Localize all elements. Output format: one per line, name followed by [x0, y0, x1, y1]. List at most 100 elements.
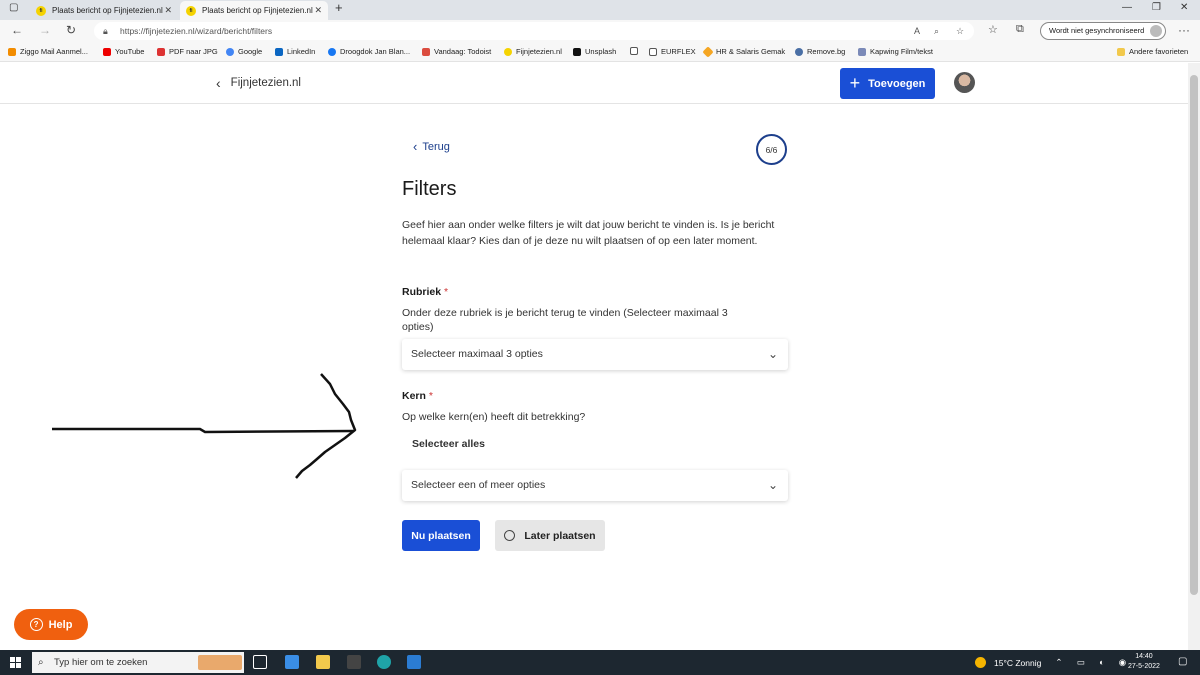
user-avatar[interactable] [954, 72, 975, 93]
chevron-left-icon: ‹ [413, 139, 418, 154]
rubriek-select[interactable]: Selecteer maximaal 3 opties ⌄ [402, 339, 788, 370]
collections-icon[interactable]: ⧉ [1016, 23, 1024, 36]
taskbar-search-placeholder: Typ hier om te zoeken [54, 657, 148, 668]
site-header: ‹ Fijnjetezien.nl + Toevoegen [0, 63, 1188, 104]
bookmark-item[interactable]: HR & Salaris Gemak [702, 45, 785, 58]
bookmark-item[interactable]: Unsplash [573, 47, 616, 56]
favorite-star-icon[interactable]: ☆ [956, 22, 964, 40]
bookmark-item[interactable] [630, 47, 642, 55]
windows-start-icon[interactable] [10, 657, 21, 668]
bookmark-item[interactable]: Remove.bg [795, 47, 845, 56]
browser-tab-active[interactable]: fi Plaats bericht op Fijnjetezien.nl ✕ [180, 1, 328, 20]
task-view-icon[interactable] [253, 655, 267, 669]
search-icon: ⌕ [38, 657, 44, 668]
close-tab-icon[interactable]: ✕ [314, 5, 322, 16]
bookmark-item[interactable]: LinkedIn [275, 47, 315, 56]
chevron-down-icon: ⌄ [767, 347, 778, 361]
rubriek-select-placeholder: Selecteer maximaal 3 opties [411, 348, 543, 360]
search-highlight-icon [198, 655, 242, 670]
step-indicator: 6/6 [756, 134, 787, 165]
notifications-icon[interactable]: ▢ [1178, 656, 1187, 667]
tray-icons[interactable]: ⌃ ▭ ◐ ◉ [1055, 657, 1132, 668]
kern-help-text: Op welke kern(en) heeft dit betrekking? [402, 411, 586, 423]
add-button-label: Toevoegen [868, 77, 926, 90]
bookmark-item[interactable]: Vandaag: Todoist [422, 47, 491, 56]
scrollbar-thumb[interactable] [1190, 75, 1198, 595]
chevron-down-icon: ⌄ [767, 478, 778, 492]
fijnjetezien-favicon-icon: fi [186, 5, 196, 16]
bookmark-item[interactable]: PDF naar JPG [157, 47, 218, 56]
back-link-label: Terug [422, 140, 450, 153]
browser-tab-bar: ▢ fi Plaats bericht op Fijnjetezien.nl ✕… [0, 0, 1200, 20]
read-aloud-icon[interactable]: A [914, 22, 920, 40]
clock-icon [504, 530, 516, 541]
bookmark-item[interactable]: Fijnjetezien.nl [504, 47, 562, 56]
edge-icon[interactable] [377, 655, 391, 669]
forward-icon[interactable]: → [39, 23, 51, 37]
kern-select-placeholder: Selecteer een of meer opties [411, 479, 546, 491]
bookmark-item[interactable]: Kapwing Film/tekst [858, 47, 933, 56]
close-tab-icon[interactable]: ✕ [164, 5, 172, 16]
bookmark-item[interactable]: YouTube [103, 47, 144, 56]
bookmarks-bar: Ziggo Mail Aanmel... YouTube PDF naar JP… [0, 42, 1200, 62]
refresh-icon[interactable]: ↻ [66, 23, 76, 37]
bookmark-item[interactable]: Ziggo Mail Aanmel... [8, 47, 88, 56]
back-link[interactable]: ‹ Terug [413, 139, 450, 154]
browser-tab[interactable]: fi Plaats bericht op Fijnjetezien.nl ✕ [30, 1, 178, 20]
help-button[interactable]: ? Help [14, 609, 88, 640]
sync-label: Wordt niet gesynchroniseerd [1049, 26, 1145, 35]
url-field[interactable]: 🔒︎ https://fijnjetezien.nl/wizard/berich… [94, 22, 974, 40]
publish-later-label: Later plaatsen [524, 529, 596, 542]
help-button-label: Help [48, 618, 73, 631]
taskbar-clock[interactable]: 14:40 27-5-2022 [1128, 652, 1160, 672]
minimize-icon[interactable]: — [1122, 2, 1132, 13]
hand-drawn-arrow-annotation [52, 373, 357, 479]
kern-label: Kern * [402, 390, 433, 402]
app-icon[interactable] [347, 655, 361, 669]
page-title: Filters [402, 178, 457, 200]
maximize-icon[interactable]: ❐ [1152, 2, 1161, 13]
other-favorites-folder[interactable]: Andere favorieten [1117, 47, 1188, 56]
weather-text[interactable]: 15°C Zonnig [994, 658, 1041, 668]
rubriek-help-text: Onder deze rubriek is je bericht terug t… [402, 307, 728, 333]
question-icon: ? [29, 618, 43, 631]
tab-title: Plaats bericht op Fijnjetezien.nl [202, 6, 313, 15]
date-text: 27-5-2022 [1128, 663, 1160, 670]
back-icon[interactable]: ← [11, 23, 23, 37]
fijnjetezien-favicon-icon: fi [36, 5, 46, 16]
bookmark-item[interactable]: Google [226, 47, 262, 56]
profile-avatar-icon [1150, 25, 1162, 37]
rubriek-label: Rubriek * [402, 286, 449, 298]
site-brand: Fijnjetezien.nl [230, 77, 301, 89]
new-tab-icon[interactable]: + [335, 0, 343, 15]
url-text: https://fijnjetezien.nl/wizard/bericht/f… [120, 26, 273, 36]
time-text: 14:40 [1135, 653, 1153, 660]
windows-taskbar: ⌕ Typ hier om te zoeken 15°C Zonnig ⌃ ▭ … [0, 650, 1200, 675]
chevron-left-icon: ‹ [216, 75, 221, 91]
close-window-icon[interactable]: ✕ [1180, 2, 1188, 13]
favorites-icon[interactable]: ☆ [988, 23, 998, 36]
publish-now-button[interactable]: Nu plaatsen [402, 520, 480, 551]
bookmark-item[interactable]: EURFLEX [649, 47, 696, 56]
system-tray: 15°C Zonnig ⌃ ▭ ◐ ◉ [975, 650, 1132, 675]
bookmark-item[interactable]: Droogdok Jan Blan... [328, 47, 410, 56]
tab-title: Plaats bericht op Fijnjetezien.nl [52, 6, 163, 15]
publish-later-button[interactable]: Later plaatsen [495, 520, 605, 551]
tab-actions-icon[interactable]: ▢ [9, 2, 18, 13]
select-all-button[interactable]: Selecteer alles [412, 438, 485, 450]
page-scrollbar[interactable] [1188, 63, 1200, 650]
intro-text: Geef hier aan onder welke filters je wil… [402, 219, 775, 247]
lock-icon: 🔒︎ [103, 26, 108, 36]
taskbar-search-input[interactable]: ⌕ Typ hier om te zoeken [32, 652, 244, 673]
address-bar-row: ← → ↻ 🔒︎ https://fijnjetezien.nl/wizard/… [0, 20, 1200, 42]
profile-sync-button[interactable]: Wordt niet gesynchroniseerd [1040, 22, 1166, 40]
plus-icon: + [849, 73, 861, 93]
file-explorer-icon[interactable] [316, 655, 330, 669]
more-menu-icon[interactable]: ··· [1178, 23, 1190, 37]
app-icon[interactable] [407, 655, 421, 669]
kern-select[interactable]: Selecteer een of meer opties ⌄ [402, 470, 788, 501]
add-button[interactable]: + Toevoegen [840, 68, 935, 99]
site-back-link[interactable]: ‹ Fijnjetezien.nl [216, 75, 301, 91]
store-icon[interactable] [285, 655, 299, 669]
zoom-icon[interactable]: ⌕ [934, 22, 939, 40]
